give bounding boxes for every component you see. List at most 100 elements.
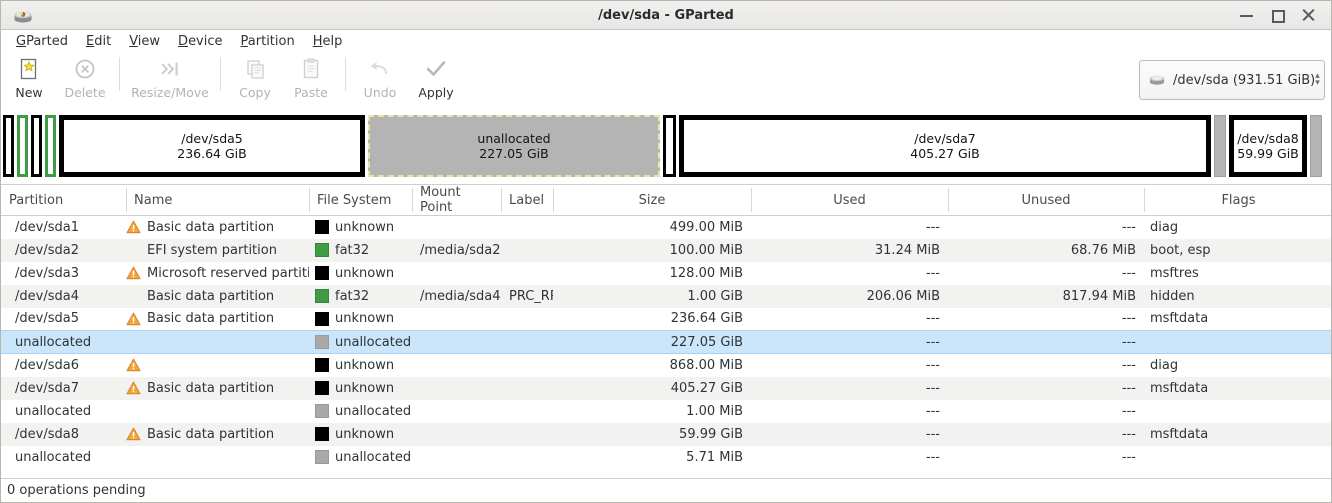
- hard-disk-icon: [12, 6, 34, 24]
- filesystem-label: fat32: [335, 242, 370, 258]
- table-row[interactable]: unallocated unallocated 5.71 MiB --- ---: [1, 446, 1331, 469]
- column-header-used[interactable]: Used: [751, 185, 948, 216]
- cell-used: ---: [925, 403, 940, 419]
- filesystem-label: unknown: [335, 357, 395, 373]
- partition-name-text: Basic data partition: [147, 380, 275, 396]
- close-icon[interactable]: [1302, 9, 1315, 22]
- cell-file-system: unknown: [309, 308, 412, 331]
- graphic-partition[interactable]: [17, 114, 28, 177]
- window-title: /dev/sda - GParted: [598, 7, 734, 23]
- cell-label: [501, 354, 553, 377]
- column-header-mount-point[interactable]: Mount Point: [412, 185, 501, 216]
- cell-label: [501, 400, 553, 423]
- graphic-partition[interactable]: [1214, 114, 1226, 177]
- menu-partition[interactable]: Partition: [232, 33, 304, 50]
- graphic-partition[interactable]: [3, 114, 14, 177]
- graphic-partition[interactable]: [45, 114, 56, 177]
- partition-table: Partition Name File System Mount Point L…: [1, 185, 1331, 469]
- cell-unused: ---: [1121, 357, 1136, 373]
- cell-name: Basic data partition: [126, 284, 309, 308]
- spin-updown-icon[interactable]: ▴ ▾: [1315, 72, 1320, 88]
- cell-used: ---: [925, 265, 940, 281]
- column-header-flags[interactable]: Flags: [1144, 185, 1331, 216]
- paste-button[interactable]: Paste: [283, 52, 339, 100]
- paste-clipboard-icon: [299, 56, 323, 82]
- cell-used: ---: [925, 449, 940, 465]
- cell-name: [126, 446, 309, 469]
- partition-name-text: Basic data partition: [147, 311, 275, 327]
- graphic-partition[interactable]: /dev/sda5 236.64 GiB: [59, 114, 365, 177]
- undo-arrow-icon: [367, 56, 393, 82]
- cell-name: [126, 400, 309, 423]
- warning-icon: [126, 358, 141, 372]
- graphic-partition[interactable]: [31, 114, 42, 177]
- table-row[interactable]: /dev/sda2 EFI system partition fat32/media…: [1, 238, 1331, 262]
- filesystem-color-swatch: [315, 404, 329, 418]
- cell-file-system: unknown: [309, 354, 412, 377]
- cell-file-system: fat32: [309, 284, 412, 308]
- column-header-label[interactable]: Label: [501, 185, 553, 216]
- table-row[interactable]: /dev/sda3 Microsoft reserved partition unk…: [1, 262, 1331, 285]
- maximize-icon[interactable]: [1271, 9, 1285, 23]
- menu-view[interactable]: View: [120, 33, 169, 50]
- cell-name: [126, 330, 309, 354]
- warning-icon: [126, 404, 141, 418]
- toolbar: New Delete Resize/Move Copy Paste Undo A…: [1, 52, 1331, 107]
- filesystem-color-swatch: [315, 243, 329, 257]
- column-header-name[interactable]: Name: [126, 185, 309, 216]
- column-header-partition[interactable]: Partition: [1, 185, 126, 216]
- cell-size: 405.27 GiB: [553, 376, 751, 400]
- cell-label: [501, 308, 553, 331]
- warning-icon: [126, 289, 141, 303]
- table-row[interactable]: /dev/sda6 unknown 868.00 MiB --- --- diag: [1, 354, 1331, 377]
- copy-label: Copy: [239, 85, 271, 100]
- column-header-unused[interactable]: Unused: [948, 185, 1144, 216]
- graphic-partition[interactable]: /dev/sda8 59.99 GiB: [1229, 114, 1307, 177]
- cell-flags: [1144, 330, 1331, 354]
- table-row[interactable]: /dev/sda8 Basic data partition unknown 59.9…: [1, 422, 1331, 446]
- column-header-file-system[interactable]: File System: [309, 185, 412, 216]
- delete-button[interactable]: Delete: [57, 52, 113, 100]
- cell-unused: ---: [1121, 219, 1136, 235]
- device-selector[interactable]: /dev/sda (931.51 GiB) ▴ ▾: [1139, 60, 1325, 100]
- copy-icon: [243, 56, 267, 82]
- cell-mount-point: [412, 262, 501, 285]
- undo-button[interactable]: Undo: [352, 52, 408, 100]
- column-header-size[interactable]: Size: [553, 185, 751, 216]
- table-row[interactable]: unallocated unallocated 227.05 GiB --- ---: [1, 330, 1331, 354]
- cell-size: 128.00 MiB: [669, 265, 743, 281]
- cell-flags: msftres: [1150, 265, 1199, 281]
- copy-button[interactable]: Copy: [227, 52, 283, 100]
- graphic-partition[interactable]: unallocated 227.05 GiB: [368, 114, 660, 177]
- table-row[interactable]: /dev/sda5 Basic data partition unknown 236.…: [1, 308, 1331, 331]
- menu-gparted[interactable]: GParted: [7, 33, 77, 50]
- cell-file-system: unallocated: [309, 400, 412, 423]
- graphic-partition[interactable]: [1310, 114, 1322, 177]
- table-row[interactable]: unallocated unallocated 1.00 MiB --- ---: [1, 400, 1331, 423]
- table-row[interactable]: /dev/sda7 Basic data partition unknown 405.…: [1, 376, 1331, 400]
- graphic-partition[interactable]: /dev/sda7 405.27 GiB: [679, 114, 1211, 177]
- apply-button[interactable]: Apply: [408, 52, 464, 100]
- apply-label: Apply: [418, 85, 454, 100]
- cell-partition: /dev/sda6: [15, 357, 79, 373]
- graphic-partition[interactable]: [663, 114, 676, 177]
- cell-partition: /dev/sda1: [15, 219, 79, 235]
- cell-label: [501, 422, 553, 446]
- status-bar: 0 operations pending: [1, 478, 1331, 502]
- new-button[interactable]: New: [1, 52, 57, 100]
- menu-edit[interactable]: Edit: [77, 33, 120, 50]
- menu-device[interactable]: Device: [169, 33, 231, 50]
- menu-help[interactable]: Help: [304, 33, 352, 50]
- cell-label: [501, 330, 553, 354]
- table-row[interactable]: /dev/sda4 Basic data partition fat32/media…: [1, 284, 1331, 308]
- menu-partition-label: artition: [247, 33, 295, 49]
- cell-used: ---: [925, 311, 940, 327]
- warning-icon: [126, 266, 141, 280]
- table-row[interactable]: /dev/sda1 Basic data partition unknown 499.…: [1, 216, 1331, 239]
- filesystem-color-swatch: [315, 311, 329, 326]
- minimize-icon[interactable]: [1240, 9, 1253, 22]
- cell-used: ---: [925, 357, 940, 373]
- resize-move-button[interactable]: Resize/Move: [126, 52, 214, 100]
- cell-name: Basic data partition: [126, 422, 309, 446]
- resize-move-icon: [157, 56, 183, 82]
